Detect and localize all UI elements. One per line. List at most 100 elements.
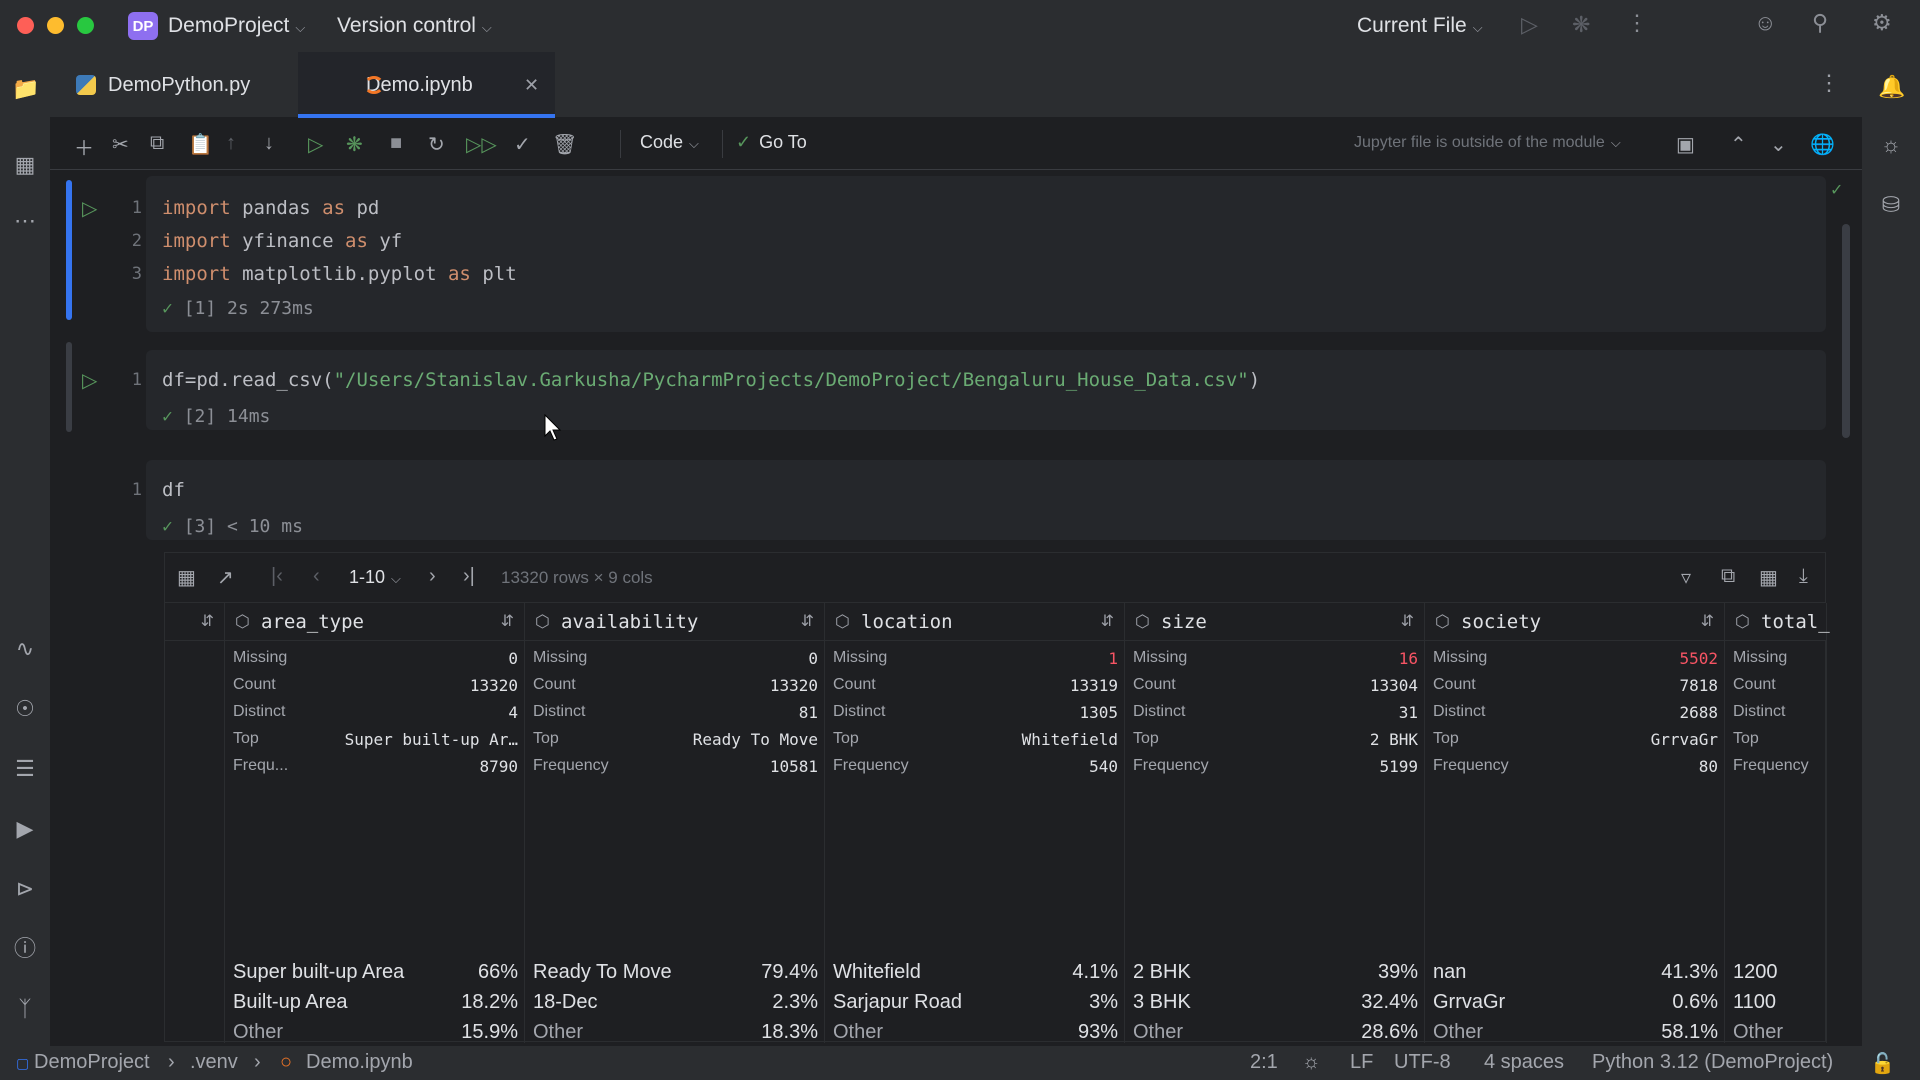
- mouse-cursor: [544, 414, 562, 441]
- column-header[interactable]: ⬡ size ⇵: [1125, 603, 1425, 641]
- minimize-window-button[interactable]: [47, 17, 64, 34]
- stop-icon[interactable]: ■: [390, 132, 402, 155]
- python-interpreter[interactable]: Python 3.12 (DemoProject): [1592, 1051, 1833, 1074]
- add-cell-icon[interactable]: ＋: [74, 132, 94, 161]
- previous-cell-icon[interactable]: ⌃: [1730, 132, 1747, 157]
- column-header[interactable]: ⬡ area_type ⇵: [225, 603, 525, 641]
- code-line[interactable]: import matplotlib.pyplot as plt: [162, 263, 517, 285]
- code-line[interactable]: df=pd.read_csv("/Users/Stanislav.Garkush…: [162, 369, 1260, 391]
- code-line[interactable]: df: [162, 479, 185, 501]
- goto-button[interactable]: ✓ Go To: [736, 132, 807, 153]
- sort-icon[interactable]: ⇵: [801, 611, 814, 631]
- globe-icon[interactable]: 🌐: [1810, 132, 1835, 157]
- code-text: df=pd.read_csv(: [162, 369, 334, 391]
- column-header[interactable]: ⬡ society ⇵: [1425, 603, 1725, 641]
- more-options-icon[interactable]: ⋮: [1626, 10, 1648, 36]
- jupyter-server-selector[interactable]: Jupyter file is outside of the module ⌵: [1354, 134, 1621, 152]
- sort-icon[interactable]: ⇵: [1101, 611, 1114, 631]
- first-page-icon[interactable]: |‹: [271, 565, 283, 588]
- python-console-icon[interactable]: ☉: [12, 696, 38, 722]
- sort-icon[interactable]: ⇵: [201, 611, 214, 631]
- open-in-editor-icon[interactable]: ▦: [1759, 565, 1778, 590]
- next-cell-icon[interactable]: ⌄: [1770, 132, 1787, 157]
- copy-table-icon[interactable]: ⧉: [1721, 565, 1735, 588]
- breadcrumb-venv[interactable]: .venv: [190, 1051, 238, 1074]
- code-line[interactable]: import pandas as pd: [162, 197, 379, 219]
- search-icon[interactable]: ⚲: [1812, 10, 1828, 36]
- code-line[interactable]: import yfinance as yf: [162, 230, 402, 252]
- structure-icon[interactable]: ▦: [12, 152, 38, 178]
- terminal-icon[interactable]: ⊳: [12, 876, 38, 902]
- run-icon[interactable]: ▷: [1521, 12, 1538, 38]
- more-tools-icon[interactable]: ⋯: [12, 208, 38, 234]
- stat-label: Distinct: [833, 703, 886, 720]
- sort-icon[interactable]: ⇵: [501, 611, 514, 631]
- sort-icon[interactable]: ⇵: [1701, 611, 1714, 631]
- tabs-more-icon[interactable]: ⋮: [1818, 70, 1840, 96]
- maximize-window-button[interactable]: [77, 17, 94, 34]
- services-icon[interactable]: ▶: [12, 816, 38, 842]
- filter-icon[interactable]: ▿: [1681, 565, 1691, 590]
- caret-position[interactable]: 2:1: [1250, 1051, 1278, 1074]
- version-control-menu[interactable]: Version control ⌵: [337, 14, 492, 38]
- column-header[interactable]: ⬡ location ⇵: [825, 603, 1125, 641]
- layers-icon[interactable]: ☰: [12, 756, 38, 782]
- lock-icon[interactable]: 🔓: [1870, 1051, 1895, 1076]
- debug-cell-icon[interactable]: ❋: [346, 132, 363, 157]
- problems-icon[interactable]: ⓘ: [12, 936, 38, 962]
- run-all-icon[interactable]: ▷▷: [466, 132, 497, 157]
- next-page-icon[interactable]: ›: [429, 565, 436, 588]
- notebook-editor[interactable]: ✓ ▷ 1 2 3 import pandas as pd import yfi…: [50, 170, 1862, 1046]
- code-cell[interactable]: [146, 460, 1826, 540]
- ai-status-icon[interactable]: ☼: [1302, 1051, 1320, 1074]
- sort-icon[interactable]: ⇵: [1401, 611, 1414, 631]
- code-cell[interactable]: [146, 176, 1826, 332]
- cell-type-dropdown[interactable]: Code ⌵: [640, 132, 699, 153]
- copy-icon[interactable]: ⧉: [150, 132, 164, 155]
- download-icon[interactable]: ⤓: [1799, 565, 1808, 588]
- notifications-icon[interactable]: 🔔: [1878, 74, 1905, 100]
- indent-setting[interactable]: 4 spaces: [1484, 1051, 1564, 1074]
- close-icon[interactable]: ✕: [524, 75, 539, 96]
- debug-icon[interactable]: ❋: [1572, 12, 1590, 38]
- tab-demopython[interactable]: DemoPython.py: [76, 52, 250, 118]
- run-cell-icon[interactable]: ▷: [82, 196, 97, 221]
- row-range: 1-10: [349, 567, 386, 587]
- column-header[interactable]: ⬡ total_: [1725, 603, 1830, 641]
- run-cell-icon[interactable]: ▷: [308, 132, 323, 157]
- restart-icon[interactable]: ↻: [428, 132, 445, 157]
- paste-icon[interactable]: 📋: [188, 132, 213, 157]
- variables-icon[interactable]: ▣: [1676, 132, 1695, 157]
- database-icon[interactable]: ⛁: [1878, 192, 1904, 218]
- column-header[interactable]: ⬡ availability ⇵: [525, 603, 825, 641]
- row-range-selector[interactable]: 1-10 ⌵: [349, 567, 401, 588]
- delete-icon[interactable]: 🗑: [552, 132, 577, 157]
- top-value-label: 3 BHK: [1133, 991, 1191, 1013]
- file-encoding[interactable]: UTF-8: [1394, 1051, 1451, 1074]
- table-view-icon[interactable]: ▦: [177, 565, 196, 590]
- breadcrumb-file[interactable]: Demo.ipynb: [306, 1051, 413, 1074]
- vertical-scrollbar[interactable]: [1842, 224, 1850, 438]
- last-page-icon[interactable]: ›|: [463, 565, 475, 588]
- line-separator[interactable]: LF: [1350, 1051, 1373, 1074]
- project-badge[interactable]: DP: [128, 12, 158, 40]
- add-user-icon[interactable]: ☺: [1754, 10, 1776, 36]
- index-header[interactable]: ⇵: [165, 603, 225, 641]
- git-icon[interactable]: ᛉ: [12, 996, 38, 1022]
- project-switcher[interactable]: DemoProject ⌵: [168, 14, 305, 38]
- clear-outputs-icon[interactable]: ✓: [514, 132, 531, 157]
- breadcrumb-project[interactable]: DemoProject: [34, 1051, 150, 1074]
- move-down-icon[interactable]: ↓: [264, 132, 274, 155]
- move-up-icon[interactable]: ↑: [226, 132, 236, 155]
- gear-icon[interactable]: ⚙: [1872, 10, 1892, 36]
- python-packages-icon[interactable]: ∿: [12, 636, 38, 662]
- run-config-selector[interactable]: Current File ⌵: [1357, 14, 1483, 38]
- cut-icon[interactable]: ✂: [112, 132, 129, 157]
- previous-page-icon[interactable]: ‹: [313, 565, 320, 588]
- chart-view-icon[interactable]: ↗: [217, 565, 234, 590]
- close-window-button[interactable]: [17, 17, 34, 34]
- tab-demo-ipynb[interactable]: Demo.ipynb ✕: [298, 52, 555, 118]
- ai-assistant-icon[interactable]: ☼: [1878, 132, 1904, 158]
- folder-icon[interactable]: 📁: [12, 76, 39, 102]
- run-cell-icon[interactable]: ▷: [82, 368, 97, 393]
